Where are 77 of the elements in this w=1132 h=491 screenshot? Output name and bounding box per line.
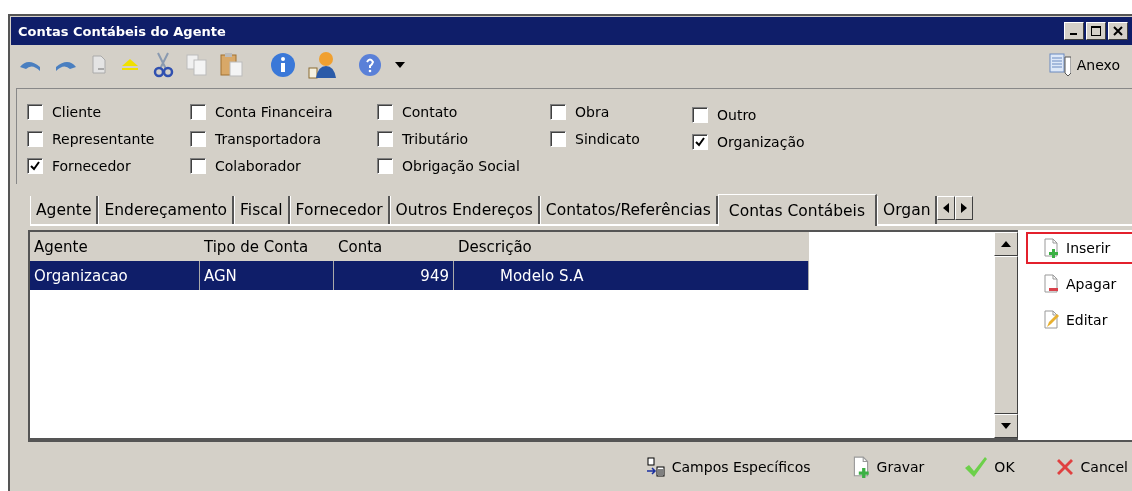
footer-button[interactable]: Gravar xyxy=(850,455,925,478)
checkbox[interactable] xyxy=(377,104,393,120)
tab[interactable]: Fornecedor xyxy=(289,196,390,224)
checkbox-label: Conta Financeira xyxy=(215,104,333,120)
checkbox[interactable] xyxy=(27,158,43,174)
left-triangle-icon xyxy=(943,203,950,213)
paste-icon[interactable] xyxy=(220,52,244,78)
checkbox[interactable] xyxy=(27,104,43,120)
footer-button[interactable]: OK xyxy=(964,455,1015,478)
tab[interactable]: Contatos/Referências xyxy=(539,196,718,224)
tab[interactable]: Contas Contábeis xyxy=(717,194,877,226)
tab[interactable]: Outros Endereços xyxy=(389,196,540,224)
checkbox[interactable] xyxy=(190,104,206,120)
checkbox[interactable] xyxy=(692,134,708,150)
tab[interactable]: Organ xyxy=(877,196,938,224)
info-icon[interactable] xyxy=(270,52,296,78)
right-triangle-icon xyxy=(961,203,968,213)
scrollbar[interactable] xyxy=(994,232,1018,438)
maximize-icon xyxy=(1091,26,1101,36)
checkbox[interactable] xyxy=(190,131,206,147)
column-header[interactable]: Tipo de Conta xyxy=(200,232,334,261)
column-header[interactable]: Descrição xyxy=(454,232,809,261)
checkbox-label: Sindicato xyxy=(575,131,640,147)
table-cell[interactable]: AGN xyxy=(200,261,334,290)
tab[interactable]: Endereçamento xyxy=(98,196,235,224)
action-button[interactable]: Apagar xyxy=(1026,268,1132,300)
tab-scroll-right-button[interactable] xyxy=(955,196,974,220)
action-button[interactable]: Inserir xyxy=(1026,232,1132,264)
checkmark-icon xyxy=(964,455,989,478)
scissors-icon[interactable] xyxy=(152,52,174,78)
checkbox[interactable] xyxy=(692,107,708,123)
column-header[interactable]: Agente xyxy=(30,232,200,261)
attachment-document-icon xyxy=(1048,53,1071,77)
table-cell[interactable]: Organizacao xyxy=(30,261,200,290)
scroll-down-button[interactable] xyxy=(994,414,1018,438)
tab[interactable]: Fiscal xyxy=(234,196,290,224)
remove-document-icon xyxy=(1042,274,1060,294)
up-triangle-icon xyxy=(1001,241,1011,247)
checkbox-label: Representante xyxy=(52,131,155,147)
checkbox[interactable] xyxy=(190,158,206,174)
checkbox-label: Organização xyxy=(717,134,805,150)
checkbox[interactable] xyxy=(27,131,43,147)
footer-button[interactable]: Cancel xyxy=(1054,456,1128,477)
checkbox-label: Obrigação Social xyxy=(402,158,520,174)
checkbox-label: Transportadora xyxy=(215,131,322,147)
checkbox[interactable] xyxy=(550,104,566,120)
close-icon xyxy=(1113,26,1123,36)
action-button[interactable]: Editar xyxy=(1026,304,1132,336)
checkbox-label: Colaborador xyxy=(215,158,301,174)
table-cell[interactable]: Modelo S.A xyxy=(454,261,809,290)
user-icon[interactable] xyxy=(308,50,338,80)
attachments-button[interactable]: Anexo xyxy=(1048,53,1120,77)
add-document-icon xyxy=(1042,238,1060,258)
table-cell[interactable]: 949 xyxy=(334,261,454,290)
checkbox-label: Outro xyxy=(717,107,757,123)
checkbox-label: Obra xyxy=(575,104,610,120)
fields-icon xyxy=(645,456,666,477)
checkbox[interactable] xyxy=(550,131,566,147)
footer-button[interactable]: Campos Específicos xyxy=(645,456,811,477)
checkbox-label: Cliente xyxy=(52,104,102,120)
checkbox-label: Contato xyxy=(402,104,458,120)
help-icon[interactable] xyxy=(358,53,382,77)
maximize-button[interactable] xyxy=(1086,22,1106,40)
checkbox[interactable] xyxy=(377,131,393,147)
edit-document-icon xyxy=(1042,310,1060,330)
down-triangle-icon xyxy=(1001,423,1011,429)
column-header[interactable]: Conta xyxy=(334,232,454,261)
checkbox-label: Fornecedor xyxy=(52,158,131,174)
window-title: Contas Contábeis do Agente xyxy=(18,23,227,39)
tab-scroll-left-button[interactable] xyxy=(937,196,956,220)
checkbox-label: Tributário xyxy=(402,131,469,147)
scroll-up-button[interactable] xyxy=(994,232,1018,256)
close-button[interactable] xyxy=(1108,22,1128,40)
checkbox[interactable] xyxy=(377,158,393,174)
caret-icon[interactable] xyxy=(394,61,406,69)
minimize-button[interactable] xyxy=(1064,22,1084,40)
tab[interactable]: Agente xyxy=(30,196,99,224)
